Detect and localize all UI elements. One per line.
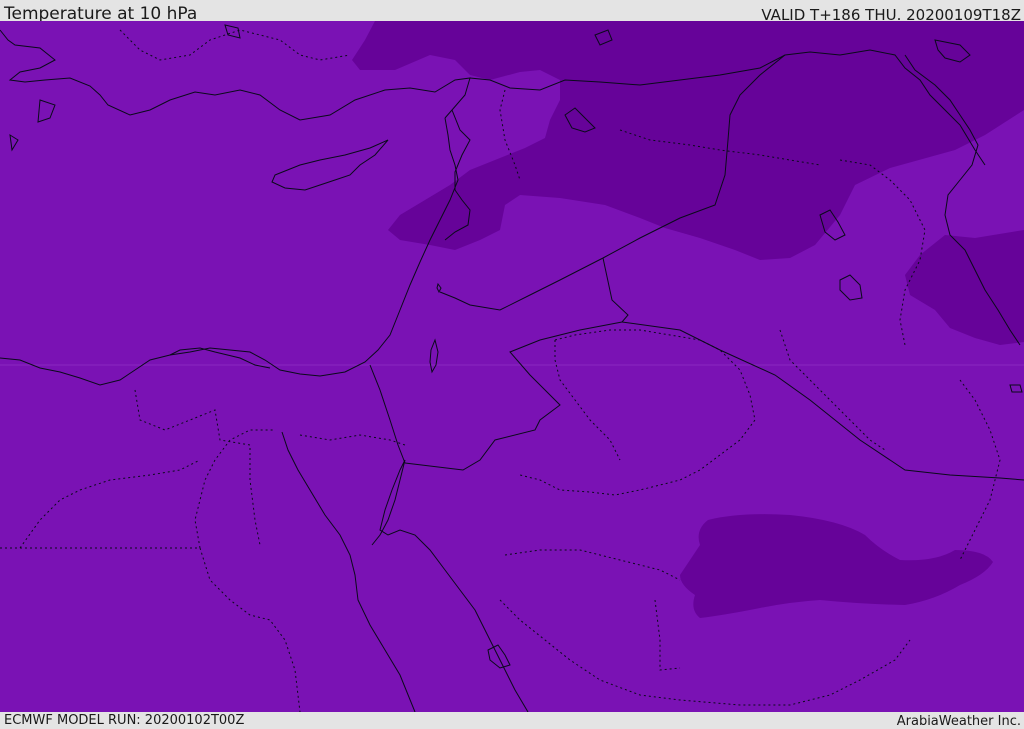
map-figure: Temperature at 10 hPa VALID T+186 THU. 2…	[0, 0, 1024, 729]
footer-bar: ECMWF MODEL RUN: 20200102T00Z ArabiaWeat…	[0, 712, 1024, 729]
map-svg	[0, 21, 1024, 712]
header-bar: Temperature at 10 hPa VALID T+186 THU. 2…	[0, 0, 1024, 24]
map-canvas	[0, 21, 1024, 712]
credit-label: ArabiaWeather Inc.	[896, 714, 1021, 729]
model-run-label: ECMWF MODEL RUN: 20200102T00Z	[4, 713, 245, 728]
